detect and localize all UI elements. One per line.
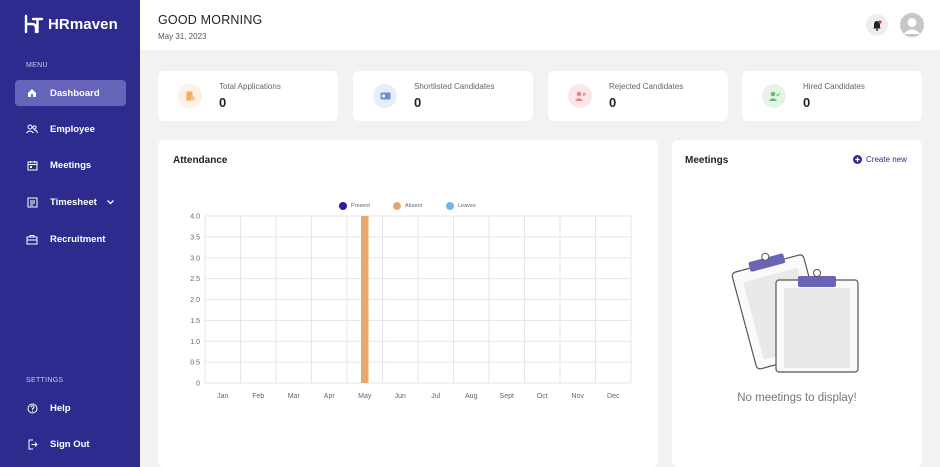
x-tick-label: Dec — [607, 393, 620, 400]
timesheet-icon — [26, 196, 38, 208]
y-tick-label: 0 — [196, 381, 200, 388]
card-icon — [373, 84, 397, 108]
meetings-title: Meetings — [685, 155, 729, 166]
sidebar-item-label: Dashboard — [50, 87, 100, 99]
app-logo[interactable]: HRmaven — [24, 14, 118, 34]
y-tick-label: 4.0 — [190, 214, 200, 221]
sidebar: HRmaven MENU Dashboard Employee Meetings… — [0, 0, 140, 467]
y-tick-label: 2.5 — [190, 276, 200, 283]
sidebar-item-sign-out[interactable]: Sign Out — [15, 431, 126, 457]
sidebar-item-label: Help — [50, 402, 71, 414]
bar-absent — [361, 216, 369, 383]
help-icon — [26, 402, 38, 414]
x-tick-label: Apr — [324, 393, 336, 400]
sidebar-item-meetings[interactable]: Meetings — [15, 152, 126, 178]
y-tick-label: 3.0 — [190, 255, 200, 262]
calendar-icon — [26, 159, 38, 171]
sidebar-item-label: Employee — [50, 123, 95, 135]
avatar[interactable] — [900, 13, 924, 37]
hrmaven-logo-icon — [24, 14, 44, 34]
stat-card-total-applications[interactable]: Total Applications 0 — [158, 71, 338, 121]
sidebar-item-employee[interactable]: Employee — [15, 116, 126, 142]
y-tick-label: 2.0 — [190, 297, 200, 304]
x-tick-label: Aug — [465, 393, 478, 400]
x-tick-label: Feb — [252, 393, 264, 400]
x-tick-label: Jul — [431, 393, 440, 400]
stat-label: Rejected Candidates — [609, 82, 684, 91]
stat-card-rejected-candidates[interactable]: Rejected Candidates 0 — [548, 71, 728, 121]
document-icon — [178, 84, 202, 108]
x-tick-label: Sept — [500, 393, 514, 400]
attendance-bar-chart: 4.0 3.5 3.0 2.5 2.0 1.5 1.0 0.5 0 Jan Feb Mar Apr May… — [190, 214, 632, 400]
stat-value: 0 — [803, 95, 811, 110]
x-tick-label: Oct — [537, 393, 548, 400]
sidebar-item-recruitment[interactable]: Recruitment — [15, 226, 126, 252]
greeting-title: GOOD MORNING — [158, 13, 263, 27]
stat-card-shortlisted-candidates[interactable]: Shortlisted Candidates 0 — [353, 71, 533, 121]
current-date: May 31, 2023 — [158, 32, 207, 41]
stat-value: 0 — [414, 95, 422, 110]
sidebar-item-timesheet[interactable]: Timesheet — [15, 189, 126, 215]
sidebar-item-label: Timesheet — [50, 196, 97, 208]
x-tick-label: Nov — [572, 393, 585, 400]
create-meeting-button[interactable]: Create new — [853, 155, 907, 164]
attendance-title: Attendance — [173, 155, 228, 166]
y-tick-label: 3.5 — [190, 234, 200, 241]
users-icon — [26, 123, 38, 135]
briefcase-icon — [26, 233, 38, 245]
stat-value: 0 — [219, 95, 227, 110]
stat-label: Total Applications — [219, 82, 281, 91]
settings-section-label: SETTINGS — [26, 377, 64, 384]
y-tick-label: 1.0 — [190, 339, 200, 346]
x-tick-label: Jan — [217, 393, 228, 400]
app-name: HRmaven — [48, 15, 118, 33]
sidebar-item-label: Sign Out — [50, 438, 90, 450]
top-bar: GOOD MORNING May 31, 2023 — [140, 0, 940, 50]
sidebar-item-label: Meetings — [50, 159, 92, 171]
user-reject-icon — [568, 84, 592, 108]
home-icon — [26, 87, 38, 99]
empty-clipboard-illustration — [731, 252, 859, 373]
sign-out-icon — [26, 438, 38, 450]
menu-section-label: MENU — [26, 62, 48, 69]
stat-label: Shortlisted Candidates — [414, 82, 495, 91]
user-check-icon — [762, 84, 786, 108]
stat-value: 0 — [609, 95, 617, 110]
stat-card-hired-candidates[interactable]: Hired Candidates 0 — [742, 71, 922, 121]
create-meeting-label: Create new — [866, 155, 907, 164]
x-tick-label: Jun — [395, 393, 406, 400]
sidebar-item-label: Recruitment — [50, 233, 106, 245]
y-tick-label: 1.5 — [190, 318, 200, 325]
no-meetings-message: No meetings to display! — [737, 392, 857, 404]
y-tick-label: 0.5 — [190, 360, 200, 367]
plus-circle-icon — [853, 155, 862, 164]
x-tick-label: Mar — [288, 393, 301, 400]
chevron-down-icon[interactable] — [106, 199, 114, 205]
sidebar-item-help[interactable]: Help — [15, 395, 126, 421]
notification-bell-icon[interactable] — [866, 14, 888, 36]
stat-label: Hired Candidates — [803, 82, 865, 91]
x-tick-label: May — [358, 393, 372, 400]
sidebar-item-dashboard[interactable]: Dashboard — [15, 80, 126, 106]
